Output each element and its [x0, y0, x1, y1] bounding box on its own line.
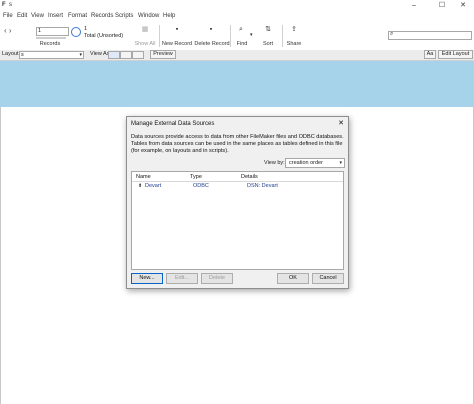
menu-edit[interactable]: Edit: [17, 13, 27, 19]
share-button[interactable]: Share: [286, 41, 302, 47]
record-nav-arrows[interactable]: ‹ ›: [4, 26, 24, 38]
source-name: Devart: [145, 183, 162, 189]
source-details: DSN: Devart: [247, 183, 278, 189]
title-bar: F s – ☐ ✕: [0, 0, 474, 12]
source-type: ODBC: [193, 183, 209, 189]
records-label: Records: [39, 41, 61, 47]
layout-label: Layout:: [2, 51, 21, 57]
new-record-icon: ▪: [175, 26, 179, 33]
search-icon: ⌕: [390, 31, 394, 37]
delete-record-icon: ▪: [209, 26, 213, 33]
found-count: 1: [84, 26, 88, 32]
app-icon: F: [2, 2, 6, 8]
menu-insert[interactable]: Insert: [48, 13, 63, 19]
minimize-button[interactable]: –: [403, 0, 425, 12]
record-slider[interactable]: [36, 37, 66, 39]
layout-select[interactable]: s ▾: [19, 51, 84, 59]
menu-format[interactable]: Format: [68, 13, 87, 19]
new-record-button[interactable]: New Record: [161, 41, 193, 47]
form-view-button[interactable]: [108, 51, 120, 59]
maximize-button[interactable]: ☐: [431, 0, 453, 12]
pie-chart-icon: [71, 27, 81, 37]
sort-button[interactable]: Sort: [261, 41, 275, 47]
column-header-name[interactable]: Name: [136, 174, 151, 180]
show-all-icon: ▦: [141, 26, 149, 33]
toolbar-divider: [282, 25, 283, 47]
chevron-down-icon: ▾: [79, 52, 82, 58]
view-by-value: creation order: [289, 160, 323, 166]
find-button[interactable]: Find: [235, 41, 249, 47]
close-window-button[interactable]: ✕: [452, 0, 474, 12]
dialog-description: Data sources provide access to data from…: [131, 134, 344, 155]
sort-icon: ⇅: [265, 26, 271, 33]
show-all-button[interactable]: Show All: [132, 41, 158, 47]
menu-help[interactable]: Help: [163, 13, 175, 19]
cancel-button[interactable]: Cancel: [312, 273, 344, 284]
data-sources-list[interactable]: Name Type Details ⬍ Devart ODBC DSN: Dev…: [131, 171, 344, 270]
format-bar-button[interactable]: Aa: [424, 50, 436, 59]
menu-records[interactable]: Records: [91, 13, 113, 19]
dialog-title: Manage External Data Sources: [131, 121, 215, 127]
share-icon: ⇪: [291, 26, 297, 33]
drag-handle-icon[interactable]: ⬍: [138, 183, 142, 189]
close-icon[interactable]: ✕: [338, 119, 344, 127]
view-by-label: View by:: [264, 160, 285, 166]
preview-button[interactable]: Preview: [150, 50, 176, 59]
delete-button[interactable]: Delete: [201, 273, 233, 284]
menu-file[interactable]: File: [3, 13, 13, 19]
list-item[interactable]: ⬍ Devart ODBC DSN: Devart: [132, 182, 343, 190]
view-by-select[interactable]: creation order ▾: [285, 158, 345, 168]
manage-external-data-sources-dialog: Manage External Data Sources ✕ Data sour…: [126, 116, 349, 289]
layout-left-edge: [0, 107, 1, 404]
quick-find-input[interactable]: ⌕: [388, 31, 472, 40]
menu-scripts[interactable]: Scripts: [115, 13, 133, 19]
menu-view[interactable]: View: [31, 13, 44, 19]
menu-bar: File Edit View Insert Format Records Scr…: [0, 12, 474, 22]
edit-button[interactable]: Edit...: [166, 273, 198, 284]
ok-button[interactable]: OK: [277, 273, 309, 284]
edit-layout-button[interactable]: Edit Layout: [438, 50, 473, 59]
layout-header-band: [0, 61, 474, 107]
table-view-button[interactable]: [132, 51, 144, 59]
layout-bar: Layout: s ▾ View As: Preview Aa Edit Lay…: [0, 50, 474, 61]
window-title: s: [9, 2, 12, 8]
record-number-input[interactable]: 1: [36, 27, 69, 36]
chevron-down-icon: ▾: [339, 160, 342, 166]
menu-window[interactable]: Window: [138, 13, 159, 19]
column-header-details[interactable]: Details: [241, 174, 258, 180]
layout-select-value: s: [21, 52, 24, 58]
search-icon: ⌕: [239, 26, 243, 33]
list-view-button[interactable]: [120, 51, 132, 59]
total-label: Total (Unsorted): [84, 33, 124, 39]
chevron-down-icon[interactable]: ▾: [250, 32, 253, 38]
toolbar-divider: [159, 25, 160, 47]
delete-record-button[interactable]: Delete Record: [194, 41, 230, 47]
status-toolbar: ‹ › 1 Records 1 Total (Unsorted) ▦ Show …: [0, 22, 474, 51]
toolbar-divider: [230, 25, 231, 47]
new-button[interactable]: New...: [131, 273, 163, 284]
column-header-type[interactable]: Type: [190, 174, 202, 180]
